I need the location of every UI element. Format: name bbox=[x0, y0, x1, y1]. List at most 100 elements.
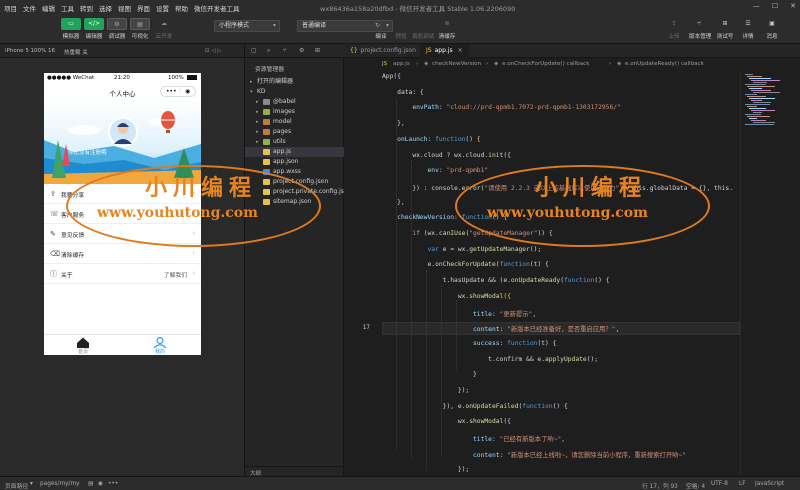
eol[interactable]: LF bbox=[739, 481, 746, 487]
code-token: applyUpdate bbox=[545, 355, 587, 363]
breadcrumb-item[interactable]: app.js bbox=[393, 61, 410, 67]
close-icon[interactable]: ✕ bbox=[790, 2, 796, 10]
visual-button[interactable]: ▤ 可视化 bbox=[130, 18, 150, 40]
code-token: success: bbox=[382, 339, 508, 347]
tab-project-config[interactable]: {} project.config.json bbox=[344, 44, 422, 58]
menu-about[interactable]: ⓘ 关于 了解我们 › bbox=[44, 264, 201, 284]
watermark-url-right: www.youhutong.com bbox=[487, 205, 648, 221]
device-select[interactable]: iPhone 5 100% 16 bbox=[5, 48, 55, 54]
menu-settings[interactable]: 设置 bbox=[156, 3, 169, 13]
editor-button[interactable]: </> 编辑器 bbox=[84, 18, 104, 40]
hot-reload-toggle[interactable]: 热重载 关 bbox=[64, 48, 88, 56]
debugger-label: 调试器 bbox=[108, 34, 126, 40]
breadcrumb-item[interactable]: e.onCheckForUpdate() callback bbox=[502, 61, 589, 67]
close-icon[interactable]: × bbox=[458, 47, 463, 54]
clear-cache-button[interactable]: ≋ 清缓存 bbox=[437, 18, 457, 40]
menu-goto[interactable]: 转到 bbox=[80, 3, 93, 13]
maximize-icon[interactable]: ☐ bbox=[772, 2, 778, 10]
code-editor[interactable]: 17 App({ data: { envPath: "cloud://prd-q… bbox=[344, 70, 740, 476]
upload-button[interactable]: ⇪ 上传 bbox=[664, 18, 684, 40]
breadcrumb-item[interactable]: checkNewVersion bbox=[432, 61, 481, 67]
js-file-icon: JS bbox=[426, 47, 432, 54]
mode-select[interactable]: 小程序模式 ▾ bbox=[214, 20, 280, 32]
messages-button[interactable]: ▣ 消息 bbox=[762, 18, 782, 40]
code-token: , bbox=[615, 326, 620, 334]
test-id-button[interactable]: ⊞ 测试号 bbox=[715, 18, 735, 40]
debug-icon[interactable]: ⚙ bbox=[299, 47, 304, 54]
branch-icon: ⑂ bbox=[697, 20, 701, 27]
debugger-button[interactable]: ⚙ 调试器 bbox=[107, 18, 127, 40]
code-token: , bbox=[561, 436, 566, 444]
language-mode[interactable]: JavaScript bbox=[755, 481, 784, 487]
indent-setting[interactable]: 空格: 4 bbox=[686, 481, 705, 490]
page-path-value[interactable]: pages/my/my bbox=[40, 481, 80, 487]
menu-project[interactable]: 项目 bbox=[4, 3, 17, 13]
code-token: "更新提示" bbox=[499, 310, 533, 318]
menu-interface[interactable]: 界面 bbox=[137, 3, 150, 13]
code-token: "cloud://prd-qpmb1.7072-prd-qpmb1-130317… bbox=[446, 104, 621, 112]
tree-folder[interactable]: ▸ images bbox=[245, 107, 344, 117]
phone-status-bar: ●●●●● WeChat 21:20 100% bbox=[44, 73, 201, 83]
menu-items: 项目 文件 编辑 工具 转到 选择 视图 界面 设置 帮助 微信开发者工具 bbox=[4, 3, 240, 13]
version-mgmt-button[interactable]: ⑂ 版本管理 bbox=[689, 18, 711, 40]
minimap[interactable] bbox=[740, 70, 800, 476]
menu-help[interactable]: 帮助 bbox=[175, 3, 188, 13]
tab-mine[interactable]: 我的 bbox=[140, 337, 180, 355]
tree-file[interactable]: app.json bbox=[245, 157, 344, 167]
branch-icon[interactable]: ⑂ bbox=[283, 47, 287, 54]
tree-folder[interactable]: ▸ utils bbox=[245, 137, 344, 147]
search-icon[interactable]: ⌕ bbox=[267, 47, 270, 55]
menu-view[interactable]: 视图 bbox=[118, 3, 131, 13]
tab-home[interactable]: 首页 bbox=[63, 337, 103, 355]
code-token: () { bbox=[594, 277, 610, 285]
preview-button[interactable]: 预览 bbox=[391, 18, 411, 40]
code-line: e.onCheckForUpdate(function(t) { bbox=[382, 261, 548, 268]
cloud-icon: ☁ bbox=[161, 20, 167, 27]
chevron-down-icon: ▾ bbox=[272, 22, 276, 29]
files-icon[interactable]: ▢ bbox=[251, 47, 257, 54]
details-icon: ☰ bbox=[745, 20, 751, 27]
code-token: function bbox=[435, 135, 466, 143]
menu-edit[interactable]: 编辑 bbox=[42, 3, 55, 13]
cloud-dev-button[interactable]: ☁ 云开发 bbox=[154, 18, 174, 40]
menu-devtools[interactable]: 微信开发者工具 bbox=[194, 3, 240, 13]
simulator-area: ●●●●● WeChat 21:20 100% 个人中心 ••• | ◉ 你还没… bbox=[0, 58, 244, 476]
tree-file[interactable]: app.js bbox=[245, 147, 344, 157]
minimap-line bbox=[749, 88, 762, 89]
tree-folder[interactable]: ▸ pages bbox=[245, 127, 344, 137]
real-debug-button[interactable]: 真机调试 bbox=[412, 18, 434, 40]
eye-icon[interactable]: ◉ bbox=[98, 481, 103, 487]
extensions-icon[interactable]: ⊞ bbox=[315, 47, 320, 54]
menu-tools[interactable]: 工具 bbox=[61, 3, 74, 13]
compile-button[interactable]: 编译 bbox=[371, 18, 391, 40]
minimize-icon[interactable]: — bbox=[753, 2, 760, 10]
details-button[interactable]: ☰ 详情 bbox=[738, 18, 758, 40]
open-editors-section[interactable]: ▸ 打开的编辑器 bbox=[245, 77, 344, 87]
tab-app-js[interactable]: JS app.js × bbox=[420, 44, 469, 58]
chevron-right-icon: › bbox=[486, 61, 489, 67]
code-line: t.confirm && e.applyUpdate(); bbox=[382, 356, 598, 363]
simulator-button[interactable]: ▭ 模拟器 bbox=[61, 18, 81, 40]
menu-select[interactable]: 选择 bbox=[99, 3, 112, 13]
cursor-position[interactable]: 行 17，列 93 bbox=[642, 481, 678, 490]
capsule-menu[interactable]: ••• | ◉ bbox=[160, 86, 196, 97]
menu-clear-cache[interactable]: ⌫ 清除缓存 › bbox=[44, 244, 201, 264]
breadcrumb-item[interactable]: e.onUpdateReady() callback bbox=[625, 61, 704, 67]
bell-icon: ▣ bbox=[769, 20, 775, 27]
menu-item-label: 意见反馈 bbox=[61, 233, 85, 239]
encoding[interactable]: UTF-8 bbox=[711, 481, 728, 487]
more-icon[interactable]: ••• bbox=[166, 88, 177, 95]
outline-section[interactable]: 大纲 bbox=[245, 466, 344, 477]
nickname-label[interactable]: 你还没有注册哦 bbox=[68, 148, 107, 156]
target-icon[interactable]: ◉ bbox=[185, 88, 190, 95]
status-time: 21:20 bbox=[114, 75, 130, 81]
menu-file[interactable]: 文件 bbox=[23, 3, 36, 13]
folder-icon bbox=[263, 119, 270, 125]
code-token: content: bbox=[382, 326, 508, 334]
file-icon[interactable]: ▤ bbox=[88, 481, 93, 487]
more-icon[interactable]: ••• bbox=[108, 481, 118, 487]
root-folder[interactable]: ▾ KD bbox=[245, 87, 344, 97]
explorer-title: 资源管理器 bbox=[255, 67, 284, 73]
tree-folder[interactable]: ▸ @babel bbox=[245, 97, 344, 107]
tree-folder[interactable]: ▸ model bbox=[245, 117, 344, 127]
